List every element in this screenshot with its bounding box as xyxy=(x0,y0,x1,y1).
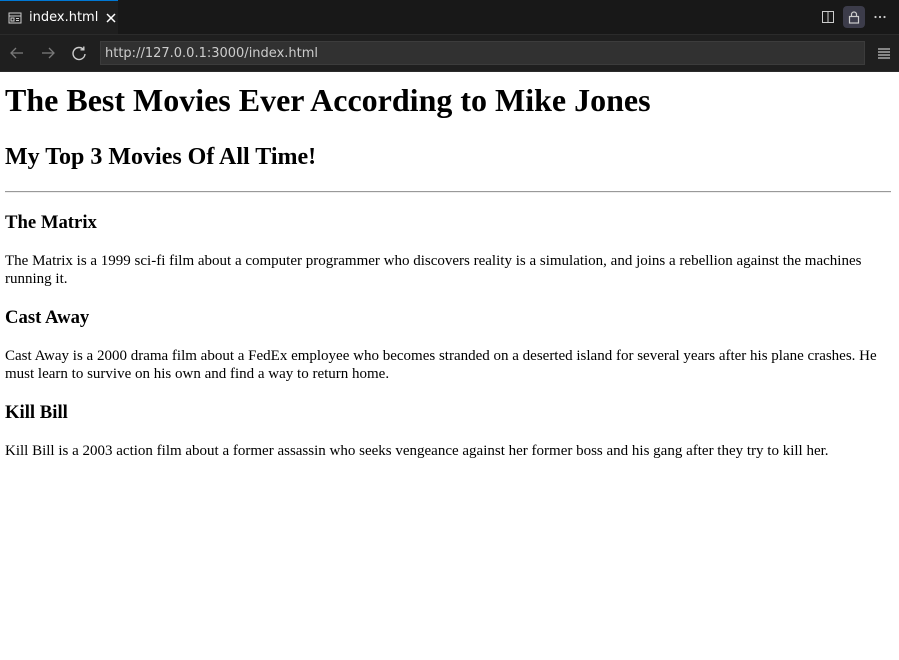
reload-icon[interactable] xyxy=(66,40,92,66)
split-editor-icon[interactable] xyxy=(817,6,839,28)
page-subtitle: My Top 3 Movies Of All Time! xyxy=(5,144,317,170)
page-title: The Best Movies Ever According to Mike J… xyxy=(5,82,651,118)
movie-description: Cast Away is a 2000 drama film about a F… xyxy=(5,348,877,382)
movie-description: Kill Bill is a 2003 action film about a … xyxy=(5,443,829,459)
tab-bar: index.html xyxy=(0,0,899,35)
url-text: http://127.0.0.1:3000/index.html xyxy=(105,45,319,61)
navigation-bar: http://127.0.0.1:3000/index.html xyxy=(0,35,899,72)
page-content: The Best Movies Ever According to Mike J… xyxy=(0,82,899,460)
browser-chrome: index.html http://127.0.0.1:3000/index.h… xyxy=(0,0,899,72)
divider xyxy=(5,191,891,193)
hamburger-menu-icon[interactable] xyxy=(873,42,895,64)
url-input[interactable]: http://127.0.0.1:3000/index.html xyxy=(100,41,865,65)
movie-title: Cast Away xyxy=(5,307,90,328)
tab-index-html[interactable]: index.html xyxy=(0,0,118,34)
tab-actions xyxy=(817,0,899,34)
movie-title: The Matrix xyxy=(5,212,97,233)
movie-description: The Matrix is a 1999 sci-fi film about a… xyxy=(5,253,862,287)
preview-icon xyxy=(8,11,22,25)
movie-item: Cast Away Cast Away is a 2000 drama film… xyxy=(5,306,891,383)
movie-title: Kill Bill xyxy=(5,402,68,423)
forward-arrow-icon[interactable] xyxy=(35,40,61,66)
movie-item: The Matrix The Matrix is a 1999 sci-fi f… xyxy=(5,211,891,288)
back-arrow-icon[interactable] xyxy=(4,40,30,66)
more-icon[interactable] xyxy=(869,6,891,28)
movie-item: Kill Bill Kill Bill is a 2003 action fil… xyxy=(5,401,891,460)
lock-icon[interactable] xyxy=(843,6,865,28)
close-icon[interactable] xyxy=(105,10,117,26)
tab-title: index.html xyxy=(29,10,99,25)
